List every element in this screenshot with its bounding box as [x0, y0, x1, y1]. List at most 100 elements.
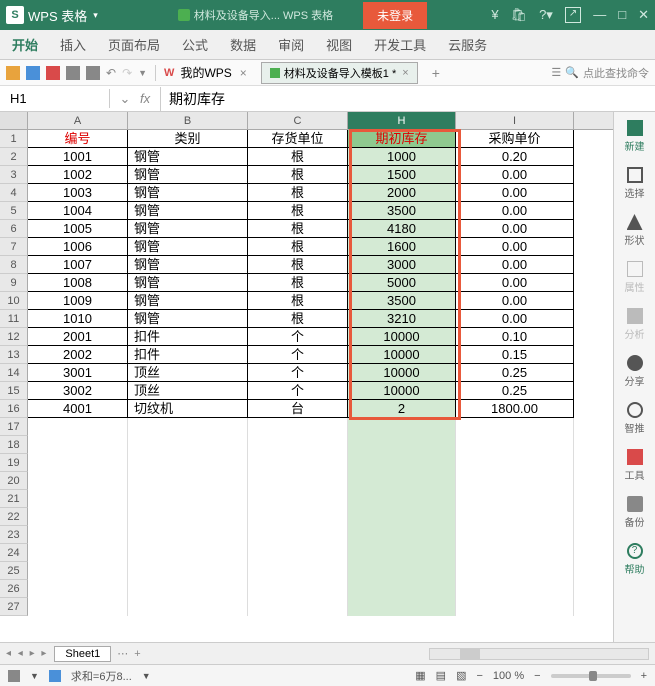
- cell[interactable]: 扣件: [128, 346, 248, 364]
- cell[interactable]: 0.00: [456, 238, 574, 256]
- cell-selected-col[interactable]: 5000: [348, 274, 456, 292]
- login-button[interactable]: 未登录: [363, 2, 427, 29]
- horizontal-scrollbar[interactable]: [429, 648, 649, 660]
- cell-empty[interactable]: [128, 526, 248, 544]
- row-header[interactable]: 10: [0, 292, 28, 310]
- print-icon[interactable]: [66, 66, 80, 80]
- cell[interactable]: 根: [248, 292, 348, 310]
- cell-empty[interactable]: [456, 472, 574, 490]
- mywps-close-icon[interactable]: ×: [240, 66, 247, 80]
- tab-insert[interactable]: 插入: [60, 35, 86, 54]
- cell-selected-col[interactable]: 10000: [348, 382, 456, 400]
- cell-empty[interactable]: [28, 526, 128, 544]
- cell-selected-col[interactable]: 10000: [348, 328, 456, 346]
- pdf-icon[interactable]: [46, 66, 60, 80]
- cell[interactable]: 根: [248, 310, 348, 328]
- cell-empty[interactable]: [28, 418, 128, 436]
- row-header[interactable]: 23: [0, 526, 28, 544]
- cell-empty-selected-col[interactable]: [348, 418, 456, 436]
- cell-empty[interactable]: [128, 508, 248, 526]
- col-header-c[interactable]: C: [248, 112, 348, 129]
- cell[interactable]: 0.00: [456, 256, 574, 274]
- cell-empty[interactable]: [456, 544, 574, 562]
- tab-review[interactable]: 审阅: [278, 35, 304, 54]
- tab-start[interactable]: 开始: [12, 35, 38, 54]
- cell[interactable]: 0.00: [456, 292, 574, 310]
- tab-cloud[interactable]: 云服务: [448, 35, 487, 54]
- cell-empty-selected-col[interactable]: [348, 436, 456, 454]
- cell-empty[interactable]: [128, 580, 248, 598]
- fx-icon[interactable]: fx: [140, 91, 160, 106]
- cell[interactable]: 2001: [28, 328, 128, 346]
- col-header-i[interactable]: I: [456, 112, 574, 129]
- cell-empty[interactable]: [456, 562, 574, 580]
- menu-icon[interactable]: ☰: [551, 66, 561, 79]
- row-header[interactable]: 1: [0, 130, 28, 148]
- cell[interactable]: 1800.00: [456, 400, 574, 418]
- cell[interactable]: 钢管: [128, 148, 248, 166]
- cell-empty[interactable]: [128, 544, 248, 562]
- cell-empty-selected-col[interactable]: [348, 598, 456, 616]
- mywps-link[interactable]: 我的WPS: [180, 64, 231, 81]
- cell-empty[interactable]: [248, 418, 348, 436]
- cell-selected-col[interactable]: 10000: [348, 364, 456, 382]
- row-header[interactable]: 14: [0, 364, 28, 382]
- cell-empty[interactable]: [248, 490, 348, 508]
- header-cell[interactable]: 类别: [128, 130, 248, 148]
- search-placeholder[interactable]: 点此查找命令: [583, 65, 649, 81]
- cell[interactable]: 个: [248, 364, 348, 382]
- cell-empty-selected-col[interactable]: [348, 472, 456, 490]
- zoom-plus-icon[interactable]: +: [641, 670, 647, 682]
- cell[interactable]: 根: [248, 256, 348, 274]
- cell[interactable]: 0.20: [456, 148, 574, 166]
- sheet-add-icon[interactable]: +: [134, 648, 140, 660]
- cell-selected-col[interactable]: 2: [348, 400, 456, 418]
- sidepanel-help[interactable]: ?帮助: [625, 543, 645, 576]
- cell[interactable]: 根: [248, 148, 348, 166]
- status-icon-1[interactable]: [8, 670, 20, 682]
- sidepanel-sel[interactable]: 选择: [625, 167, 645, 200]
- row-header[interactable]: 8: [0, 256, 28, 274]
- header-cell-selected[interactable]: 期初库存: [348, 130, 456, 148]
- zoom-minus-icon[interactable]: −: [534, 670, 540, 682]
- row-header[interactable]: 13: [0, 346, 28, 364]
- cell[interactable]: 顶丝: [128, 382, 248, 400]
- cell[interactable]: 0.15: [456, 346, 574, 364]
- cell-selected-col[interactable]: 1600: [348, 238, 456, 256]
- row-header[interactable]: 6: [0, 220, 28, 238]
- sidepanel-tool[interactable]: 工具: [625, 449, 645, 482]
- cell[interactable]: 钢管: [128, 184, 248, 202]
- cell[interactable]: 钢管: [128, 274, 248, 292]
- file-tab[interactable]: 材料及设备导入模板1 * ×: [261, 62, 418, 84]
- exit-icon[interactable]: ↗: [565, 7, 581, 23]
- cell-empty[interactable]: [128, 472, 248, 490]
- cell-empty[interactable]: [128, 436, 248, 454]
- view-split-icon[interactable]: ▧: [456, 669, 466, 682]
- sheet-tab[interactable]: Sheet1: [54, 646, 111, 662]
- status-dropdown-icon[interactable]: ▼: [30, 671, 39, 681]
- cell[interactable]: 0.00: [456, 274, 574, 292]
- cell-empty[interactable]: [456, 454, 574, 472]
- cell[interactable]: 根: [248, 274, 348, 292]
- new-tab-icon[interactable]: +: [432, 65, 440, 81]
- cell-selected-col[interactable]: 3000: [348, 256, 456, 274]
- app-menu-dropdown-icon[interactable]: ▾: [93, 10, 98, 21]
- col-header-b[interactable]: B: [128, 112, 248, 129]
- cell-empty[interactable]: [128, 490, 248, 508]
- cell[interactable]: 顶丝: [128, 364, 248, 382]
- cell-empty[interactable]: [248, 598, 348, 616]
- cell-selected-col[interactable]: 3210: [348, 310, 456, 328]
- more-dropdown-icon[interactable]: ▼: [138, 68, 147, 78]
- cell-empty[interactable]: [248, 562, 348, 580]
- cell[interactable]: 个: [248, 382, 348, 400]
- cell[interactable]: 0.00: [456, 202, 574, 220]
- sidepanel-ana[interactable]: 分析: [625, 308, 645, 341]
- row-header[interactable]: 11: [0, 310, 28, 328]
- document-titlebar-tab[interactable]: 材料及设备导入... WPS 表格: [178, 7, 333, 23]
- cell[interactable]: 1004: [28, 202, 128, 220]
- cell[interactable]: 1010: [28, 310, 128, 328]
- cell-empty-selected-col[interactable]: [348, 544, 456, 562]
- cell[interactable]: 1007: [28, 256, 128, 274]
- sidepanel-smart[interactable]: 智推: [625, 402, 645, 435]
- zoom-slider[interactable]: [551, 674, 631, 678]
